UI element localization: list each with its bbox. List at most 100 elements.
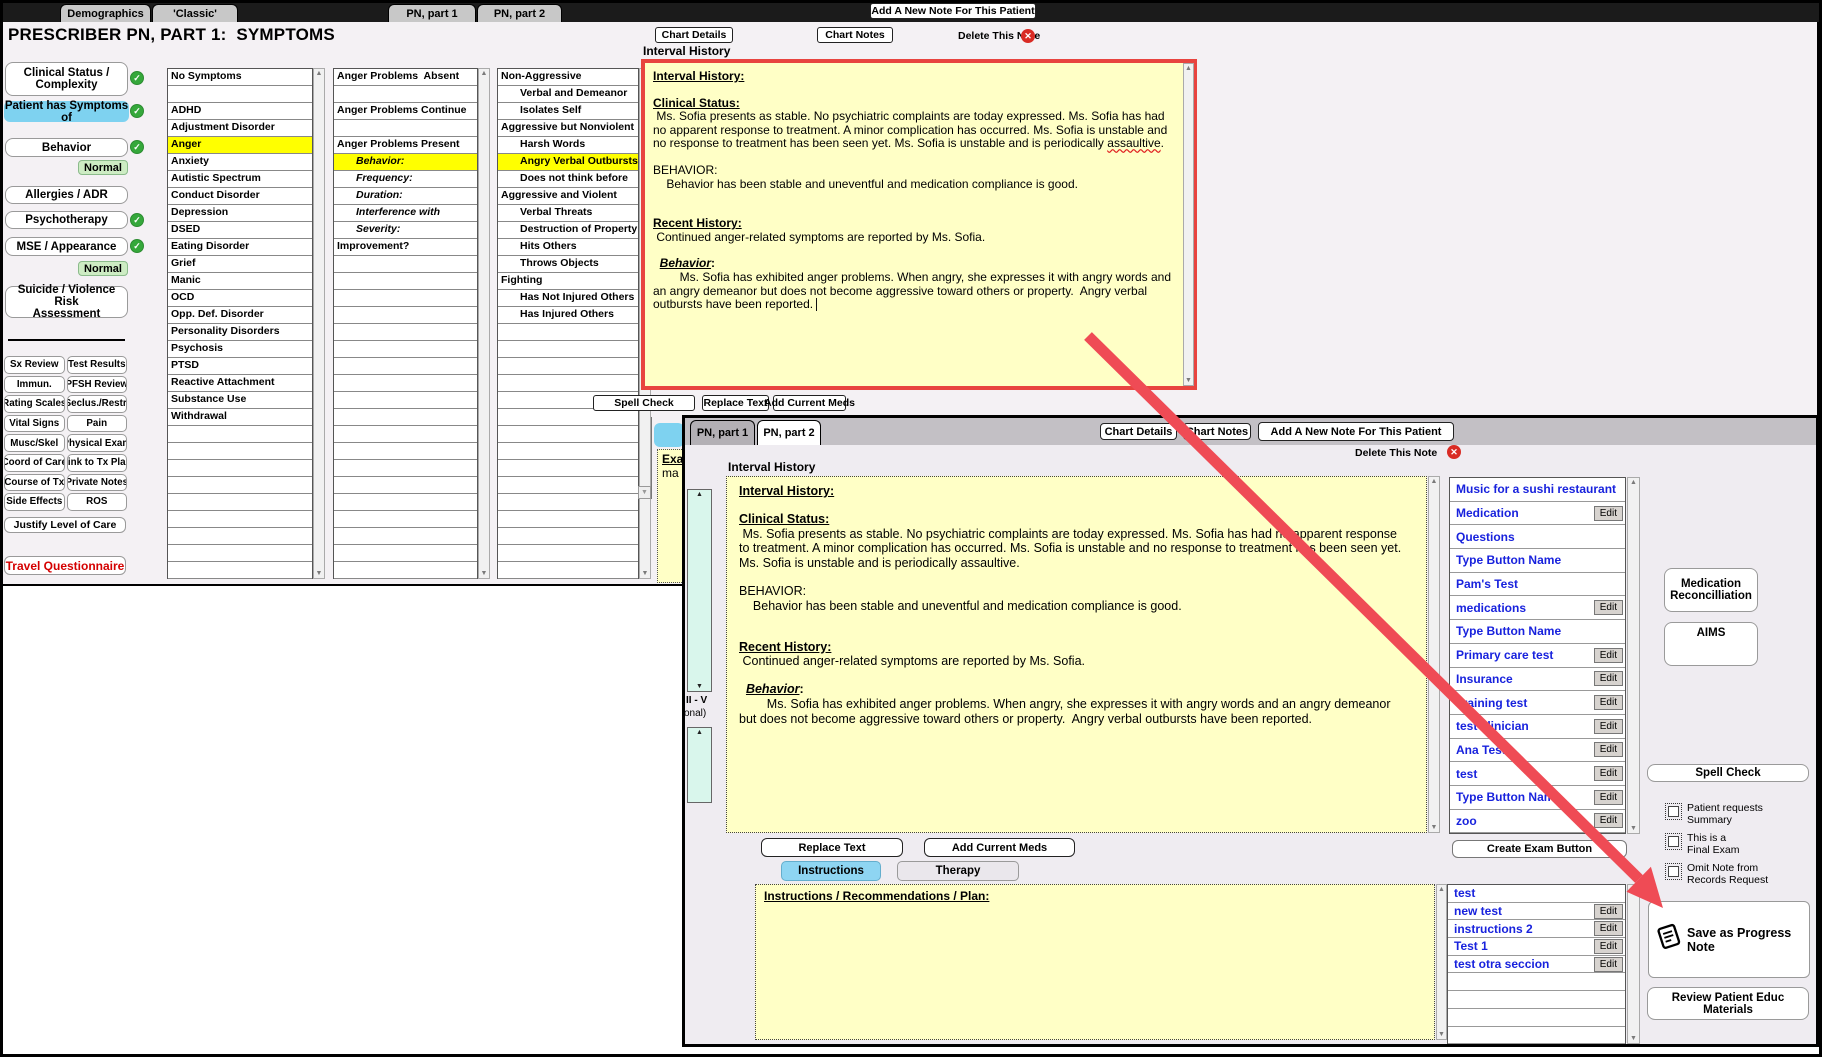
list-item[interactable] <box>334 273 477 290</box>
omit-note-checkbox[interactable] <box>1668 866 1679 877</box>
list-item[interactable] <box>334 460 477 477</box>
list-item[interactable] <box>334 494 477 511</box>
scroll-down-icon[interactable]: ▼ <box>1630 1035 1637 1042</box>
mse-normal-badge[interactable]: Normal <box>78 261 128 276</box>
scroll-down-icon[interactable]: ▼ <box>1185 377 1192 384</box>
sidebar-mini-button[interactable]: PFSH Review <box>67 376 128 394</box>
list-item[interactable] <box>168 477 312 494</box>
aims-button[interactable]: AIMS <box>1664 622 1758 666</box>
list-item[interactable]: PTSD <box>168 358 312 375</box>
button-list-row[interactable]: Type Button Name <box>1450 549 1625 573</box>
chart-notes-button[interactable]: Chart Notes <box>817 27 893 43</box>
scroll-up-icon[interactable]: ▲ <box>1630 479 1637 486</box>
sidebar-mini-button[interactable]: Musc/Skel <box>4 434 65 452</box>
button-list-row[interactable]: Type Button Name <box>1450 620 1625 644</box>
edit-button[interactable]: Edit <box>1594 719 1623 734</box>
button-list-row[interactable]: Pam's Test <box>1450 573 1625 597</box>
list-item[interactable]: Aggressive and Violent <box>498 188 638 205</box>
list-item[interactable] <box>498 528 638 545</box>
list-item[interactable] <box>168 460 312 477</box>
interval-history-textarea[interactable]: Interval History:Clinical Status: Ms. So… <box>641 59 1197 390</box>
list-item[interactable]: Improvement? <box>334 239 477 256</box>
create-exam-button[interactable]: Create Exam Button <box>1452 840 1627 858</box>
list-item[interactable] <box>334 477 477 494</box>
list-item[interactable]: DSED <box>168 222 312 239</box>
list-item[interactable] <box>334 256 477 273</box>
list-item[interactable]: Has Not Injured Others <box>498 290 638 307</box>
button-list-row[interactable]: test clinicianEdit <box>1450 715 1625 739</box>
note-scrollbar[interactable]: ▲▼ <box>1428 476 1440 833</box>
sidebar-mini-button[interactable]: Sx Review <box>4 356 65 374</box>
button-list-row[interactable] <box>1448 1027 1625 1045</box>
scroll-down-icon[interactable]: ▼ <box>1438 1031 1445 1038</box>
button-list-row[interactable]: instructions 2Edit <box>1448 920 1625 938</box>
edit-button[interactable]: Edit <box>1594 790 1623 805</box>
list-item[interactable] <box>168 426 312 443</box>
sidebar-mini-button[interactable]: Private Notes <box>67 474 128 492</box>
interval-history-textarea[interactable]: Interval History:Clinical Status: Ms. So… <box>726 476 1427 833</box>
behavior-normal-badge[interactable]: Normal <box>78 160 128 175</box>
list-item[interactable]: Destruction of Property <box>498 222 638 239</box>
sidebar-mini-button[interactable]: Test Results <box>67 356 128 374</box>
button-list-row[interactable]: Primary care testEdit <box>1450 644 1625 668</box>
scroll-up-icon[interactable]: ▲ <box>481 70 488 77</box>
add-new-note-button[interactable]: Add A New Note For This Patient <box>870 3 1036 19</box>
list-item[interactable] <box>334 120 477 137</box>
list-item[interactable] <box>334 86 477 103</box>
edit-button[interactable]: Edit <box>1594 939 1623 954</box>
list-item[interactable] <box>334 392 477 409</box>
list-item[interactable]: Personality Disorders <box>168 324 312 341</box>
list-item[interactable] <box>168 511 312 528</box>
list-item[interactable] <box>168 545 312 562</box>
list-item[interactable] <box>334 307 477 324</box>
button-list-row[interactable]: Training testEdit <box>1450 691 1625 715</box>
list-item[interactable] <box>498 460 638 477</box>
list-item[interactable] <box>334 324 477 341</box>
list-item[interactable]: Verbal and Demeanor <box>498 86 638 103</box>
list-item[interactable]: Substance Use <box>168 392 312 409</box>
tab-instructions[interactable]: Instructions <box>781 861 881 881</box>
add-current-meds-button[interactable]: Add Current Meds <box>773 395 846 411</box>
list-item[interactable] <box>168 562 312 579</box>
list-item[interactable] <box>334 290 477 307</box>
list-item[interactable] <box>334 358 477 375</box>
list-item[interactable]: Adjustment Disorder <box>168 120 312 137</box>
scroll-down-icon[interactable]: ▼ <box>638 486 651 499</box>
edit-button[interactable]: Edit <box>1594 742 1623 757</box>
scroll-down-icon[interactable]: ▼ <box>481 570 488 577</box>
list-item[interactable]: Anxiety <box>168 154 312 171</box>
edit-button[interactable]: Edit <box>1594 813 1623 828</box>
scroll-up-icon[interactable]: ▲ <box>1431 478 1438 485</box>
replace-text-button[interactable]: Replace Text <box>761 838 903 857</box>
medication-reconciliation-button[interactable]: Medication Reconcilliation <box>1664 568 1758 612</box>
list-item[interactable] <box>334 528 477 545</box>
scroll-up-icon[interactable]: ▲ <box>1185 65 1192 72</box>
chart-details-button[interactable]: Chart Details <box>655 27 733 43</box>
sidebar-mini-button[interactable]: Link to Tx Plan <box>67 454 128 472</box>
list-item[interactable]: Grief <box>168 256 312 273</box>
tab-demographics[interactable]: Demographics <box>60 4 151 22</box>
scroll-up-icon[interactable]: ▲ <box>1438 886 1445 893</box>
sidebar-mini-button[interactable]: Seclus./Restr. <box>67 395 128 413</box>
sidebar-clinical-status-button[interactable]: Clinical Status / Complexity <box>5 62 128 96</box>
list-item[interactable]: Conduct Disorder <box>168 188 312 205</box>
list-item[interactable] <box>168 528 312 545</box>
edit-button[interactable]: Edit <box>1594 600 1623 615</box>
sidebar-mini-button[interactable]: ROS <box>67 493 128 511</box>
scroll-down-icon[interactable]: ▼ <box>1431 824 1438 831</box>
button-list-row[interactable]: test otra seccionEdit <box>1448 956 1625 974</box>
spell-check-button[interactable]: Spell Check <box>593 395 695 411</box>
list-item[interactable]: Opp. Def. Disorder <box>168 307 312 324</box>
list-item[interactable] <box>334 443 477 460</box>
edit-button[interactable]: Edit <box>1594 506 1623 521</box>
edit-button[interactable]: Edit <box>1594 766 1623 781</box>
sidebar-mse-button[interactable]: MSE / Appearance <box>5 237 128 256</box>
button-list-row[interactable]: InsuranceEdit <box>1450 668 1625 692</box>
list-item[interactable] <box>334 511 477 528</box>
scroll-up-icon[interactable]: ▲ <box>316 70 323 77</box>
sidebar-mini-button[interactable]: Immun. <box>4 376 65 394</box>
note-scrollbar[interactable]: ▲▼ <box>1183 63 1194 386</box>
button-list-row[interactable]: Type Button NameEdit <box>1450 786 1625 810</box>
sidebar-mini-button[interactable]: Course of Tx <box>4 474 65 492</box>
patient-requests-summary-checkbox[interactable] <box>1668 806 1679 817</box>
